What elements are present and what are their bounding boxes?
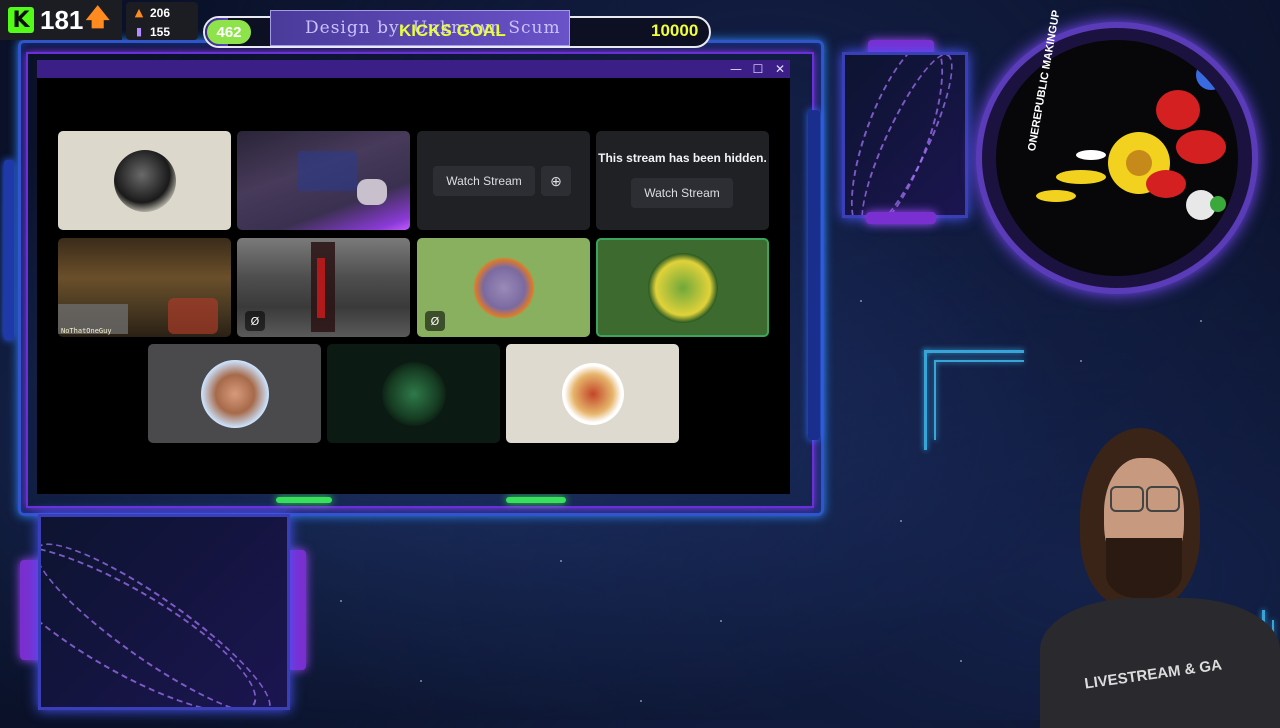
hidden-stream-tile[interactable]: This stream has been hidden. Watch Strea…	[596, 131, 769, 230]
goal-target: 10000	[651, 21, 699, 40]
avatar	[200, 359, 269, 428]
avatar	[113, 149, 176, 212]
corner-line	[924, 350, 927, 450]
avatar	[647, 252, 718, 323]
stream-tile[interactable]: Ø	[237, 238, 410, 337]
subs-count: 155	[150, 24, 171, 39]
goal-title: KICKS GOAL	[399, 21, 506, 40]
muted-icon: Ø	[425, 311, 445, 331]
participant-tile[interactable]: Ø	[417, 238, 590, 337]
bar-chart-icon: ▮	[135, 25, 143, 38]
avatar	[561, 362, 624, 425]
frame-green-accent	[506, 497, 566, 503]
watch-stream-button[interactable]: Watch Stream	[631, 178, 733, 208]
participant-tile-speaking[interactable]	[596, 238, 769, 337]
kick-logo-icon: K	[8, 7, 34, 33]
stream-caption: NoThatOneGuy	[61, 327, 112, 335]
participant-tile[interactable]	[506, 344, 679, 443]
add-view-icon[interactable]: ⊕	[541, 166, 571, 196]
participant-tile[interactable]	[148, 344, 321, 443]
corner-line	[924, 350, 1024, 353]
stream-tile[interactable]: Watch Stream ⊕	[417, 131, 590, 230]
stream-tile[interactable]	[237, 131, 410, 230]
window-titlebar[interactable]: — ☐ ✕	[37, 60, 790, 78]
corner-line	[934, 360, 936, 440]
corner-line	[934, 360, 1024, 362]
stream-muted-icon: Ø	[245, 311, 265, 331]
avatar	[381, 361, 446, 426]
avatar	[470, 254, 537, 321]
followers-count: 206	[150, 5, 171, 20]
kick-count: 181	[40, 4, 84, 35]
frame-tab	[288, 550, 306, 670]
stream-tile[interactable]: NoThatOneGuy	[58, 238, 231, 337]
watch-stream-button[interactable]: Watch Stream	[433, 166, 535, 196]
stats-box: ▲ 206 ▮ 155	[126, 2, 198, 40]
close-button[interactable]: ✕	[770, 61, 790, 77]
dna-frame-top	[842, 52, 968, 218]
minimize-button[interactable]: —	[726, 61, 746, 77]
frame-accent-right	[808, 110, 820, 440]
logo-art	[996, 40, 1238, 276]
hidden-stream-message: This stream has been hidden.	[598, 151, 767, 165]
frame-tab	[866, 212, 936, 224]
channel-logo	[976, 22, 1258, 294]
webcam-feed: LIVESTREAM & GA	[1000, 428, 1280, 728]
frame-green-accent	[276, 497, 332, 503]
maximize-button[interactable]: ☐	[748, 61, 768, 77]
participant-tile[interactable]	[327, 344, 500, 443]
goal-current: 462	[207, 20, 251, 44]
frame-accent-left	[4, 160, 14, 340]
dna-frame-bottom	[38, 514, 290, 710]
up-arrow-icon: 🡅	[85, 2, 111, 31]
kick-follower-badge: K 181 🡅	[0, 0, 122, 40]
stream-grid-window: — ☐ ✕ Watch Stream ⊕ This stream has bee…	[37, 60, 790, 494]
person-icon: ▲	[134, 6, 144, 19]
participant-tile[interactable]	[58, 131, 231, 230]
